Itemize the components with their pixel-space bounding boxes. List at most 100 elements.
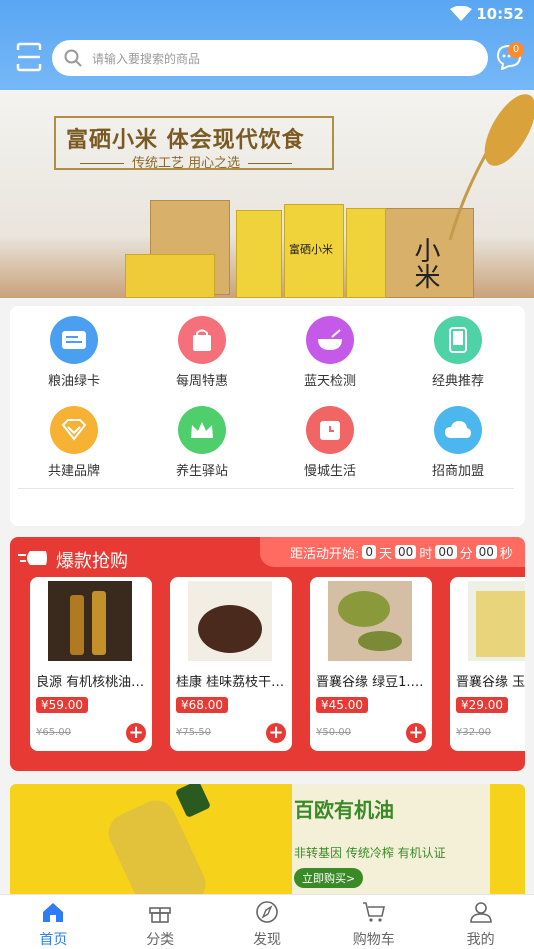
user-icon: [469, 902, 492, 923]
tablet-icon: [434, 316, 482, 364]
product-price: ¥45.00: [316, 697, 368, 713]
product-old-price: ¥50.00: [316, 727, 351, 738]
grid-label: 共建品牌: [47, 464, 100, 479]
countdown-hours-unit: 时: [419, 546, 433, 562]
tab-label: 首页: [39, 932, 68, 948]
product-pack: [125, 254, 215, 298]
grid-label: 每周特惠: [175, 374, 228, 389]
diamond-icon: [50, 406, 98, 454]
compass-icon: [256, 901, 278, 923]
countdown-seconds: 00: [475, 545, 497, 559]
product-card[interactable]: 良源 有机核桃油5... ¥59.00 ¥65.00 +: [30, 577, 152, 751]
countdown-label: 距活动开始:: [290, 546, 360, 562]
tab-discover[interactable]: 发现: [214, 895, 321, 949]
message-badge: 0: [508, 42, 524, 58]
countdown-minutes: 00: [435, 545, 457, 559]
countdown-days-unit: 天: [379, 546, 393, 562]
product-image-mung-bean: [328, 581, 412, 661]
grid-label: 慢城生活: [303, 464, 356, 479]
oil-bottle-image: [108, 784, 210, 904]
countdown-seconds-unit: 秒: [499, 546, 513, 562]
product-name: 良源 有机核桃油5...: [36, 675, 146, 690]
hero-banner[interactable]: 富硒小米 体会现代饮食 传统工艺 用心之选 小米 富硒小米: [0, 90, 534, 298]
card-icon: [50, 316, 98, 364]
product-old-price: ¥75.50: [176, 727, 211, 738]
grid-item-testing[interactable]: 蓝天检测: [266, 316, 394, 389]
countdown-minutes-unit: 分: [459, 546, 473, 562]
tab-label: 发现: [252, 932, 281, 948]
home-icon: [43, 903, 64, 922]
divider: [18, 488, 514, 489]
product-name: 晋襄谷缘 绿豆1.5...: [316, 675, 426, 690]
promo-title: 百欧有机油: [294, 798, 394, 822]
category-grid: 粮油绿卡 每周特惠 蓝天检测 经典推荐 共建品牌 养生驿站 慢城生活 招商加盟: [10, 306, 525, 526]
grid-item-franchise[interactable]: 招商加盟: [394, 406, 522, 479]
tab-label: 分类: [146, 932, 175, 948]
scan-icon[interactable]: [16, 42, 42, 72]
grid-label: 招商加盟: [431, 464, 484, 479]
add-to-cart-button[interactable]: +: [266, 723, 286, 743]
grid-label: 粮油绿卡: [47, 374, 100, 389]
flash-sale-section: 爆款抢购 距活动开始: 0 天 00 时 00 分 00 秒 良源 有机核桃油5…: [10, 537, 525, 771]
product-price: ¥68.00: [176, 697, 228, 713]
product-card[interactable]: 桂康 桂味荔枝干3... ¥68.00 ¥75.50 +: [170, 577, 292, 751]
promo-subtitle: 非转基因 传统冷榨 有机认证: [294, 846, 446, 860]
grid-item-weekly[interactable]: 每周特惠: [138, 316, 266, 389]
shopping-bag-icon: [178, 316, 226, 364]
promo-banner[interactable]: [10, 784, 525, 904]
product-bag: 富硒小米: [284, 204, 344, 298]
product-image-walnut-oil: [48, 581, 132, 661]
product-card[interactable]: 晋襄谷缘 玉 ¥29.00 ¥32.00: [450, 577, 525, 751]
grid-label: 经典推荐: [431, 374, 484, 389]
grid-item-slow-life[interactable]: 慢城生活: [266, 406, 394, 479]
crown-icon: [178, 406, 226, 454]
product-bag-text: 富硒小米: [289, 243, 333, 256]
millet-stalk-image: [448, 94, 534, 240]
product-old-price: ¥32.00: [456, 727, 491, 738]
promo-buy-button[interactable]: 立即购买>: [294, 868, 364, 888]
cloud-icon: [434, 406, 482, 454]
product-image-lychee: [188, 581, 272, 661]
gift-box-text: 小米: [410, 237, 440, 289]
grid-label: 蓝天检测: [303, 374, 356, 389]
grid-item-recommend[interactable]: 经典推荐: [394, 316, 522, 389]
tab-home[interactable]: 首页: [0, 895, 107, 949]
countdown-hours: 00: [395, 545, 417, 559]
product-price: ¥59.00: [36, 697, 88, 713]
tab-label: 我的: [466, 932, 495, 948]
product-old-price: ¥65.00: [36, 727, 71, 738]
clock-icon: [306, 406, 354, 454]
product-image-corn: [468, 581, 525, 661]
grid-item-wellness[interactable]: 养生驿站: [138, 406, 266, 479]
tab-category[interactable]: 分类: [107, 895, 214, 949]
tab-profile[interactable]: 我的: [427, 895, 534, 949]
product-card[interactable]: 晋襄谷缘 绿豆1.5... ¥45.00 ¥50.00 +: [310, 577, 432, 751]
tab-label: 购物车: [352, 932, 395, 948]
header: 10:52 请输入要搜索的商品 0: [0, 0, 534, 90]
flash-sale-icon: [18, 551, 47, 565]
add-to-cart-button[interactable]: +: [126, 723, 146, 743]
bottom-tab-bar: 首页 分类 发现 购物车 我的: [0, 894, 534, 949]
grid-label: 养生驿站: [175, 464, 228, 479]
status-time: 10:52: [476, 5, 524, 23]
cart-icon: [362, 902, 385, 922]
banner-subtitle: 传统工艺 用心之选: [72, 152, 300, 171]
search-input[interactable]: 请输入要搜索的商品: [52, 40, 488, 76]
tab-cart[interactable]: 购物车: [320, 895, 427, 949]
product-name: 桂康 桂味荔枝干3...: [176, 675, 286, 690]
search-icon: [64, 49, 82, 67]
countdown-bar: 距活动开始: 0 天 00 时 00 分 00 秒: [260, 537, 525, 567]
grid-item-card[interactable]: 粮油绿卡: [10, 316, 138, 389]
add-to-cart-button[interactable]: +: [406, 723, 426, 743]
product-bag: [236, 210, 282, 298]
gift-icon: [149, 907, 171, 923]
banner-title: 富硒小米 体会现代饮食: [66, 127, 305, 153]
search-placeholder: 请输入要搜索的商品: [92, 51, 201, 66]
product-price: ¥29.00: [456, 697, 508, 713]
product-bag: [346, 208, 386, 298]
wifi-icon: [450, 6, 472, 21]
flash-sale-title: 爆款抢购: [56, 551, 128, 572]
product-name: 晋襄谷缘 玉: [456, 675, 525, 690]
bowl-icon: [306, 316, 354, 364]
grid-item-brand[interactable]: 共建品牌: [10, 406, 138, 479]
